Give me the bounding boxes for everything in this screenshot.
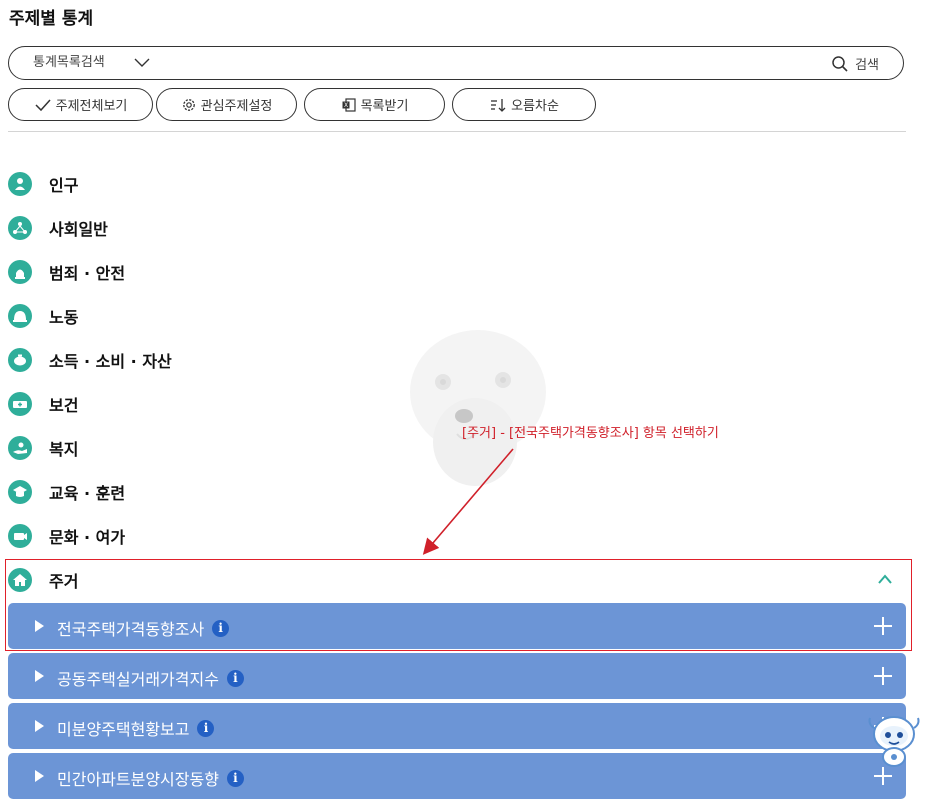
triangle-right-icon — [35, 770, 44, 782]
gear-icon — [182, 98, 195, 111]
download-list-label: 목록받기 — [360, 99, 409, 114]
sort-ascending-icon — [491, 98, 506, 112]
plus-icon[interactable] — [874, 667, 892, 685]
category-label: 복지 — [49, 440, 79, 459]
search-input[interactable] — [33, 55, 133, 70]
category-label: 사회일반 — [49, 220, 108, 239]
info-icon[interactable]: i — [197, 719, 215, 737]
search-button-label: 검색 — [855, 58, 879, 73]
housing-item-label: 전국주택가격동향조사 i — [57, 616, 230, 640]
network-icon — [8, 216, 32, 240]
category-population[interactable]: 인구 — [8, 162, 78, 206]
info-icon[interactable]: i — [212, 619, 230, 637]
helmet-icon — [8, 304, 32, 328]
category-label: 문화 · 여가 — [49, 528, 126, 547]
interest-topic-settings-button[interactable]: 관심주제설정 — [156, 88, 297, 121]
category-health[interactable]: 보건 — [8, 382, 78, 426]
check-icon — [35, 98, 51, 111]
housing-item-national-price-survey[interactable]: 전국주택가격동향조사 i — [8, 603, 906, 649]
care-hand-icon — [8, 436, 32, 460]
category-label: 교육 · 훈련 — [49, 484, 126, 503]
housing-item-label: 민간아파트분양시장동향 i — [57, 766, 244, 790]
triangle-right-icon — [35, 720, 44, 732]
triangle-right-icon — [35, 670, 44, 682]
category-labor[interactable]: 노동 — [8, 294, 78, 338]
chevron-up-icon[interactable] — [875, 571, 895, 587]
info-icon[interactable]: i — [226, 669, 244, 687]
interest-topic-settings-label: 관심주제설정 — [200, 99, 273, 114]
category-culture-leisure[interactable]: 문화 · 여가 — [8, 514, 125, 558]
category-welfare[interactable]: 복지 — [8, 426, 78, 470]
svg-text:X: X — [344, 102, 348, 109]
search-bar: 검색 — [8, 46, 904, 80]
category-crime-safety[interactable]: 범죄 · 안전 — [8, 250, 125, 294]
sort-ascending-label: 오름차순 — [511, 99, 559, 114]
sort-ascending-button[interactable]: 오름차순 — [452, 88, 596, 121]
housing-item-private-apartment-market[interactable]: 민간아파트분양시장동향 i — [8, 753, 906, 799]
search-button[interactable]: 검색 — [831, 54, 879, 73]
housing-item-label: 공동주택실거래가격지수 i — [57, 666, 244, 690]
category-label: 범죄 · 안전 — [49, 264, 126, 283]
camera-icon — [8, 524, 32, 548]
category-label: 소득 · 소비 · 자산 — [49, 352, 172, 371]
category-housing[interactable]: 주거 — [8, 558, 78, 602]
page-title: 주제별 통계 — [9, 9, 94, 29]
category-education-training[interactable]: 교육 · 훈련 — [8, 470, 125, 514]
triangle-right-icon — [35, 620, 44, 632]
housing-item-apartment-price-index[interactable]: 공동주택실거래가격지수 i — [8, 653, 906, 699]
category-label: 노동 — [49, 308, 79, 327]
download-list-button[interactable]: X 목록받기 — [304, 88, 445, 121]
graduation-cap-icon — [8, 480, 32, 504]
plus-icon[interactable] — [874, 617, 892, 635]
excel-icon: X — [342, 97, 356, 112]
category-label: 보건 — [49, 396, 79, 415]
chevron-down-icon[interactable] — [133, 56, 151, 70]
divider — [8, 131, 906, 132]
people-icon — [8, 172, 32, 196]
siren-icon — [8, 260, 32, 284]
category-label: 인구 — [49, 176, 79, 195]
housing-item-label: 미분양주택현황보고 i — [57, 716, 215, 740]
house-icon — [8, 568, 32, 592]
category-society[interactable]: 사회일반 — [8, 206, 108, 250]
ambulance-icon — [8, 392, 32, 416]
info-icon[interactable]: i — [226, 769, 244, 787]
puppy-watermark — [403, 320, 553, 490]
category-label: 주거 — [49, 572, 79, 591]
view-all-topics-button[interactable]: 주제전체보기 — [8, 88, 153, 121]
search-icon — [832, 55, 848, 72]
category-income-consumption-assets[interactable]: 소득 · 소비 · 자산 — [8, 338, 172, 382]
piggy-bank-icon — [8, 348, 32, 372]
plus-icon[interactable] — [874, 767, 892, 785]
annotation-text: [주거] - [전국주택가격동향조사] 항목 선택하기 — [462, 426, 719, 441]
housing-item-unsold-housing-report[interactable]: 미분양주택현황보고 i — [8, 703, 906, 749]
mascot-chatbot-icon[interactable] — [866, 712, 922, 768]
view-all-topics-label: 주제전체보기 — [55, 99, 128, 114]
